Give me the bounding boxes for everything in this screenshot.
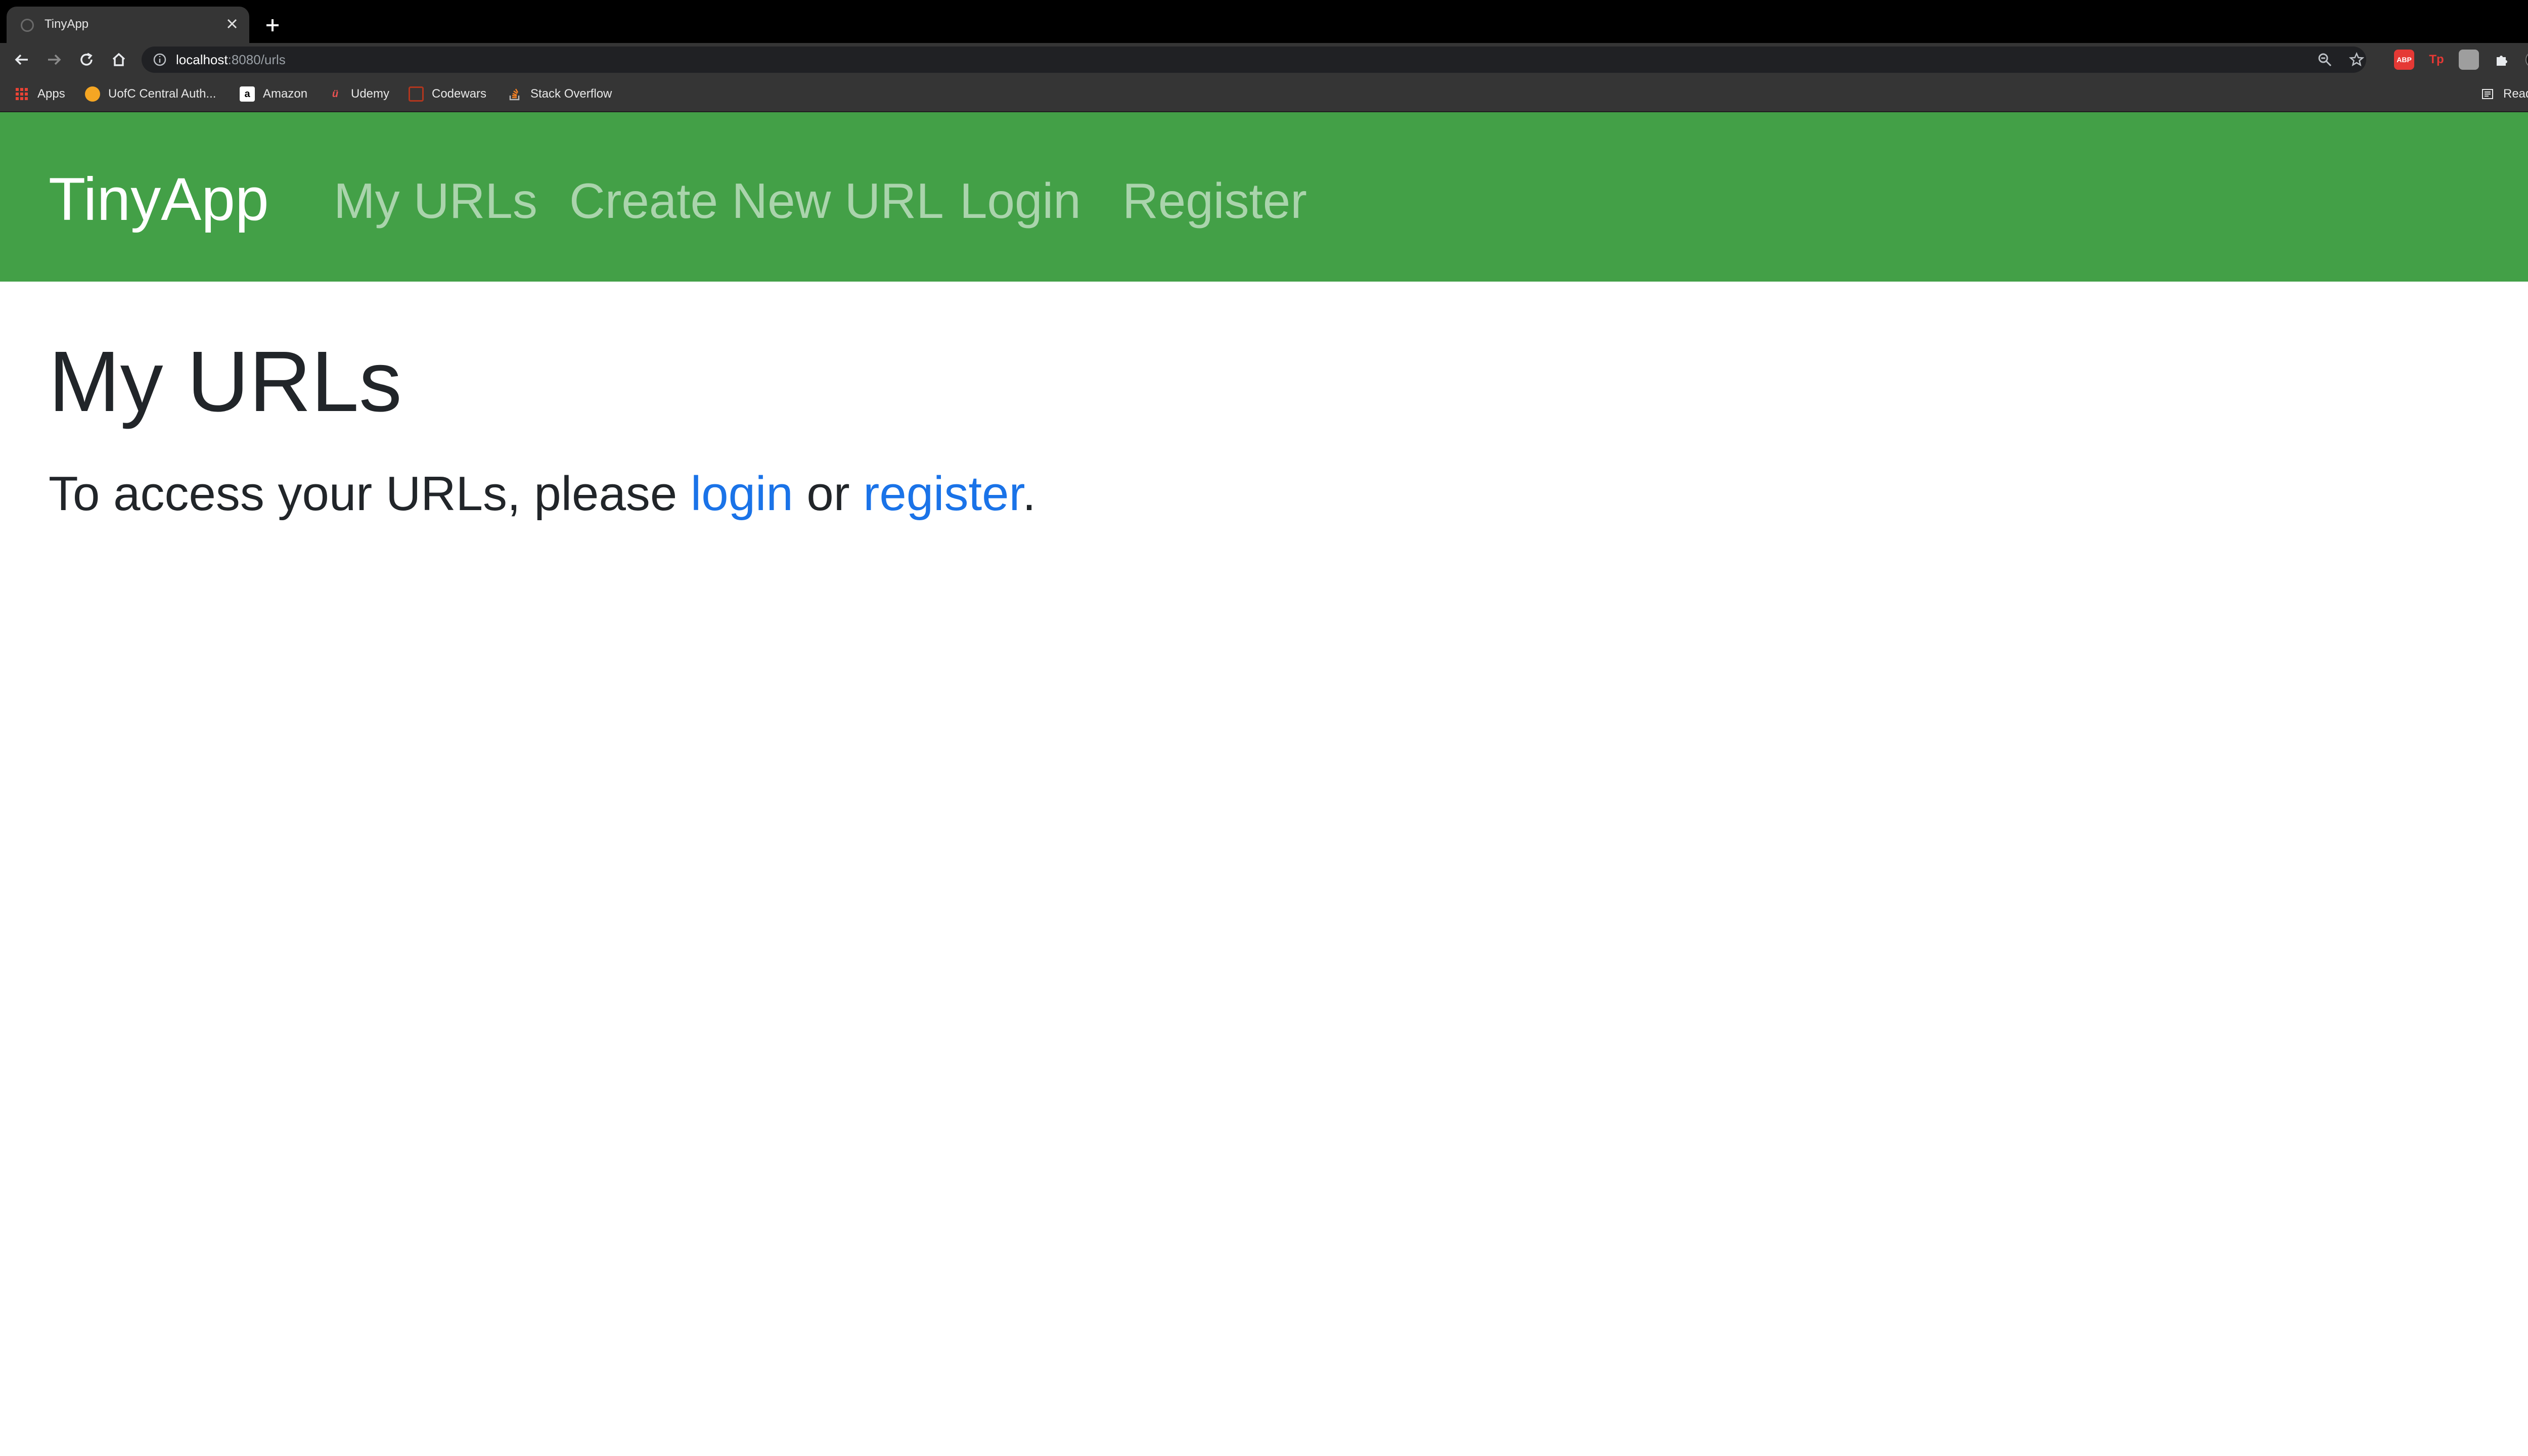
zoom-icon (2318, 53, 2332, 67)
url-host: localhost (176, 52, 228, 67)
nav-link-my-urls[interactable]: My URLs (334, 170, 537, 231)
home-button[interactable] (107, 48, 130, 71)
star-icon (2349, 52, 2364, 67)
message-middle: or (793, 467, 864, 521)
bookmark-stackoverflow[interactable]: Stack Overflow (507, 84, 612, 104)
new-tab-button[interactable] (260, 13, 285, 37)
puzzle-icon (2497, 56, 2507, 66)
reload-icon (80, 53, 93, 66)
arrow-left-icon (15, 54, 28, 65)
browser-toolbar: localhost:8080/urls ABP Tp (0, 43, 2528, 76)
reload-button[interactable] (75, 48, 98, 71)
nav-link-register[interactable]: Register (1122, 170, 1307, 231)
bookmark-udemy[interactable]: ü Udemy (328, 84, 389, 104)
forward-button[interactable] (42, 48, 66, 71)
register-link[interactable]: register (863, 467, 1022, 521)
url-path: :8080/urls (228, 52, 286, 67)
bookmark-amazon[interactable]: a Amazon (240, 84, 307, 104)
apps-grid-icon (14, 86, 29, 102)
amazon-icon: a (240, 86, 255, 102)
address-bar[interactable]: localhost:8080/urls (142, 47, 2366, 73)
plus-icon (266, 19, 279, 31)
bookmark-star-button[interactable] (2345, 48, 2368, 71)
profile-button[interactable] (2522, 48, 2528, 71)
bookmark-label: Codewars (432, 87, 487, 101)
zoom-button[interactable] (2313, 48, 2336, 71)
bookmark-label: Stack Overflow (530, 87, 612, 101)
browser-tabstrip: TinyApp (0, 0, 2528, 43)
login-prompt-message: To access your URLs, please login or reg… (49, 461, 1036, 527)
arrow-right-icon (48, 54, 61, 65)
dinosaur-icon (85, 86, 100, 102)
bookmarks-bar: Apps UofC Central Auth... a Amazon ü Ude… (0, 76, 2528, 112)
bookmark-label: UofC Central Auth... (108, 87, 216, 101)
globe-icon (21, 19, 34, 32)
url-text[interactable]: localhost:8080/urls (176, 51, 286, 69)
home-icon (112, 53, 125, 66)
extensions-button[interactable] (2490, 48, 2513, 71)
message-prefix: To access your URLs, please (49, 467, 691, 521)
info-icon[interactable] (153, 53, 167, 67)
adblock-extension-icon[interactable]: ABP (2394, 50, 2414, 70)
login-link[interactable]: login (691, 467, 793, 521)
reading-list-icon (2480, 86, 2495, 102)
bookmark-uofc[interactable]: UofC Central Auth... (85, 84, 216, 104)
message-suffix: . (1022, 467, 1036, 521)
page-title: My URLs (49, 334, 402, 430)
brand-link[interactable]: TinyApp (49, 164, 269, 235)
reading-list-label: Reading List (2503, 87, 2528, 101)
close-icon[interactable] (222, 14, 242, 34)
bookmark-apps[interactable]: Apps (14, 84, 65, 104)
nav-link-create-new-url[interactable]: Create New URL (569, 170, 944, 231)
tp-extension-icon[interactable]: Tp (2426, 50, 2447, 70)
codewars-icon (409, 86, 424, 102)
tab-title: TinyApp (44, 17, 89, 31)
avatar (2525, 51, 2528, 68)
back-button[interactable] (10, 48, 33, 71)
browser-tab[interactable]: TinyApp (7, 7, 249, 43)
reading-list-button[interactable]: Reading List (2480, 84, 2528, 104)
stackoverflow-icon (507, 86, 522, 102)
bookmark-label: Amazon (263, 87, 308, 101)
bookmark-label: Apps (37, 87, 65, 101)
bookmark-codewars[interactable]: Codewars (409, 84, 486, 104)
nav-link-login[interactable]: Login (960, 170, 1081, 231)
app-navbar: TinyApp My URLs Create New URL Login Reg… (0, 112, 2528, 282)
bookmark-label: Udemy (351, 87, 390, 101)
generic-extension-icon[interactable] (2459, 50, 2479, 70)
udemy-icon: ü (332, 88, 339, 100)
